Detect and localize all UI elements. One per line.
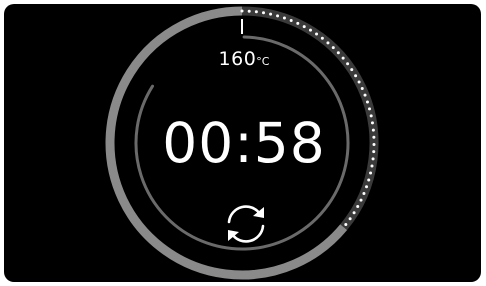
elapsed-dot [372,150,376,154]
elapsed-dot [308,28,312,32]
elapsed-dot [359,198,363,202]
elapsed-dot [372,135,376,139]
elapsed-dot [368,107,372,111]
elapsed-dot [352,211,356,215]
elapsed-dot [341,56,345,60]
elapsed-dot [247,9,251,13]
elapsed-dot [369,114,373,118]
temperature-readout: 160°C [194,48,294,70]
elapsed-dot [370,164,374,168]
elapsed-dot [240,9,244,13]
oven-timer-screen: 160°C 00:58 [4,4,481,282]
elapsed-dot [354,74,358,78]
elapsed-dot [363,93,367,97]
restart-arrows-icon [227,205,265,243]
elapsed-dot [276,14,280,18]
elapsed-dot [357,80,361,84]
elapsed-dot [262,11,266,15]
elapsed-dot [367,178,371,182]
elapsed-dot [371,128,375,132]
elapsed-dot [365,185,369,189]
elapsed-dot [362,192,366,196]
temperature-value: 160 [218,48,257,70]
elapsed-dot [315,32,319,36]
elapsed-dot [269,12,273,16]
restart-button[interactable] [220,198,272,250]
temperature-unit: °C [256,55,270,68]
elapsed-dot [326,41,330,45]
elapsed-dot [282,16,286,20]
elapsed-dot [289,19,293,23]
elapsed-dot [254,10,258,14]
elapsed-dot [370,121,374,125]
countdown-timer: 00:58 [162,111,326,175]
elapsed-dot [356,205,360,209]
elapsed-dot [296,21,300,25]
elapsed-dot [372,142,376,146]
elapsed-dot [350,68,354,72]
elapsed-dot [302,25,306,29]
elapsed-dot [369,171,373,175]
elapsed-dot [365,100,369,104]
elapsed-dot [346,62,350,66]
elapsed-dot [320,36,324,40]
elapsed-dot [371,157,375,161]
elapsed-dot [336,51,340,55]
elapsed-dot [348,217,352,221]
elapsed-dot [331,46,335,50]
elapsed-dot [344,223,348,227]
elapsed-dot [360,87,364,91]
